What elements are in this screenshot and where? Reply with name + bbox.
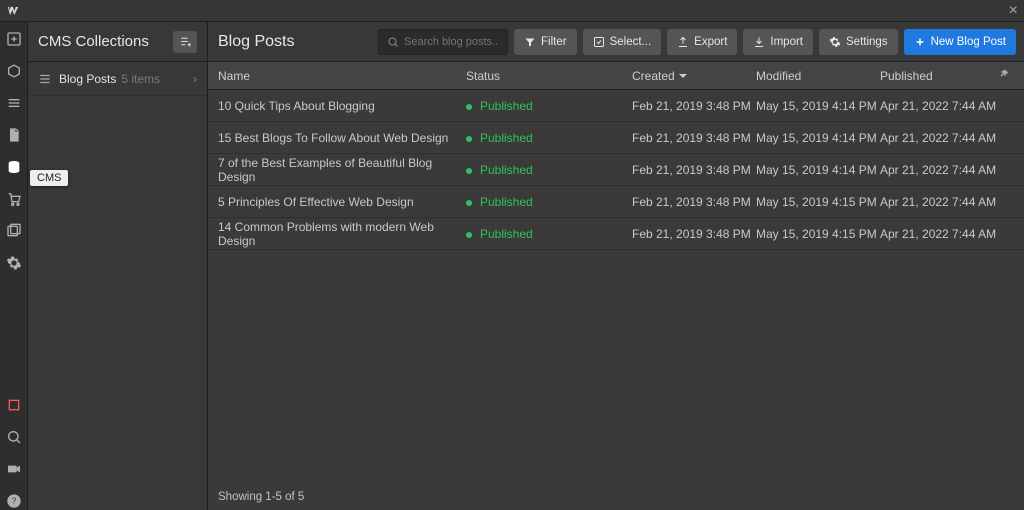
- ecommerce-icon[interactable]: [5, 190, 23, 208]
- cell-published: Apr 21, 2022 7:44 AM: [880, 227, 998, 241]
- cell-published: Apr 21, 2022 7:44 AM: [880, 131, 998, 145]
- help-icon[interactable]: ?: [5, 492, 23, 510]
- sort-caret-icon: [679, 74, 687, 78]
- table-row[interactable]: 14 Common Problems with modern Web Desig…: [208, 218, 1024, 250]
- rail-tooltip: CMS: [30, 170, 68, 186]
- import-icon: [753, 36, 765, 48]
- table-row[interactable]: 7 of the Best Examples of Beautiful Blog…: [208, 154, 1024, 186]
- gear-icon: [829, 36, 841, 48]
- cell-modified: May 15, 2019 4:14 PM: [756, 131, 880, 145]
- table-body: 10 Quick Tips About BloggingPublishedFeb…: [208, 90, 1024, 482]
- status-dot-icon: [466, 136, 472, 142]
- cell-status: Published: [466, 163, 632, 177]
- cell-created: Feb 21, 2019 3:48 PM: [632, 163, 756, 177]
- cell-modified: May 15, 2019 4:14 PM: [756, 99, 880, 113]
- status-dot-icon: [466, 200, 472, 206]
- cell-name: 7 of the Best Examples of Beautiful Blog…: [218, 156, 466, 184]
- filter-button[interactable]: Filter: [514, 29, 577, 55]
- left-rail: ? CMS: [0, 22, 28, 510]
- cell-published: Apr 21, 2022 7:44 AM: [880, 99, 998, 113]
- footer-status: Showing 1-5 of 5: [208, 482, 1024, 510]
- cell-modified: May 15, 2019 4:15 PM: [756, 227, 880, 241]
- select-button[interactable]: Select...: [583, 29, 662, 55]
- settings-button[interactable]: Settings: [819, 29, 898, 55]
- collection-name: Blog Posts: [59, 72, 116, 86]
- search-input[interactable]: [404, 36, 499, 48]
- pin-icon[interactable]: [998, 68, 1014, 83]
- titlebar: ×: [0, 0, 1024, 22]
- plus-icon: [914, 36, 926, 48]
- cell-published: Apr 21, 2022 7:44 AM: [880, 195, 998, 209]
- close-icon[interactable]: ×: [1009, 3, 1018, 19]
- navigator-icon[interactable]: [5, 62, 23, 80]
- stop-preview-icon[interactable]: [5, 396, 23, 414]
- table-header: Name Status Created Modified Published: [208, 62, 1024, 90]
- cell-modified: May 15, 2019 4:15 PM: [756, 195, 880, 209]
- table-row[interactable]: 5 Principles Of Effective Web DesignPubl…: [208, 186, 1024, 218]
- cell-name: 5 Principles Of Effective Web Design: [218, 195, 466, 209]
- new-collection-button[interactable]: [173, 31, 197, 53]
- cell-created: Feb 21, 2019 3:48 PM: [632, 131, 756, 145]
- table-row[interactable]: 10 Quick Tips About BloggingPublishedFeb…: [208, 90, 1024, 122]
- col-header-published[interactable]: Published: [880, 69, 998, 83]
- cell-created: Feb 21, 2019 3:48 PM: [632, 99, 756, 113]
- cell-status: Published: [466, 227, 632, 241]
- import-button[interactable]: Import: [743, 29, 813, 55]
- search-icon: [387, 36, 399, 48]
- video-icon[interactable]: [5, 460, 23, 478]
- cell-created: Feb 21, 2019 3:48 PM: [632, 195, 756, 209]
- cell-status: Published: [466, 131, 632, 145]
- page-title: Blog Posts: [216, 33, 294, 51]
- funnel-icon: [524, 36, 536, 48]
- assets-icon[interactable]: [5, 222, 23, 240]
- main-panel: Blog Posts Filter Select... Export Impor…: [208, 22, 1024, 510]
- export-button[interactable]: Export: [667, 29, 737, 55]
- cell-status: Published: [466, 99, 632, 113]
- col-header-modified[interactable]: Modified: [756, 69, 880, 83]
- webflow-logo-icon: [6, 4, 20, 18]
- collection-count: 5 items: [121, 72, 160, 86]
- cell-name: 15 Best Blogs To Follow About Web Design: [218, 131, 466, 145]
- cms-icon[interactable]: [5, 158, 23, 176]
- toolbar: Blog Posts Filter Select... Export Impor…: [208, 22, 1024, 62]
- search-input-wrap[interactable]: [378, 29, 508, 55]
- list-icon: [38, 72, 52, 86]
- export-icon: [677, 36, 689, 48]
- status-dot-icon: [466, 168, 472, 174]
- add-panel-icon[interactable]: [5, 30, 23, 48]
- sidebar-title: CMS Collections: [38, 33, 173, 50]
- col-header-status[interactable]: Status: [466, 69, 632, 83]
- table-row[interactable]: 15 Best Blogs To Follow About Web Design…: [208, 122, 1024, 154]
- new-item-button[interactable]: New Blog Post: [904, 29, 1016, 55]
- settings-gear-icon[interactable]: [5, 254, 23, 272]
- cell-status: Published: [466, 195, 632, 209]
- cell-name: 10 Quick Tips About Blogging: [218, 99, 466, 113]
- cell-modified: May 15, 2019 4:14 PM: [756, 163, 880, 177]
- checkbox-icon: [593, 36, 605, 48]
- pages-icon[interactable]: [5, 126, 23, 144]
- collections-sidebar: CMS Collections Blog Posts 5 items ›: [28, 22, 208, 510]
- status-dot-icon: [466, 104, 472, 110]
- components-icon[interactable]: [5, 94, 23, 112]
- cell-created: Feb 21, 2019 3:48 PM: [632, 227, 756, 241]
- cell-published: Apr 21, 2022 7:44 AM: [880, 163, 998, 177]
- chevron-right-icon: ›: [193, 72, 197, 86]
- col-header-name[interactable]: Name: [218, 69, 466, 83]
- cell-name: 14 Common Problems with modern Web Desig…: [218, 220, 466, 248]
- col-header-created[interactable]: Created: [632, 69, 756, 83]
- search-icon[interactable]: [5, 428, 23, 446]
- collection-item-blog-posts[interactable]: Blog Posts 5 items ›: [28, 62, 207, 96]
- status-dot-icon: [466, 232, 472, 238]
- svg-text:?: ?: [11, 497, 16, 506]
